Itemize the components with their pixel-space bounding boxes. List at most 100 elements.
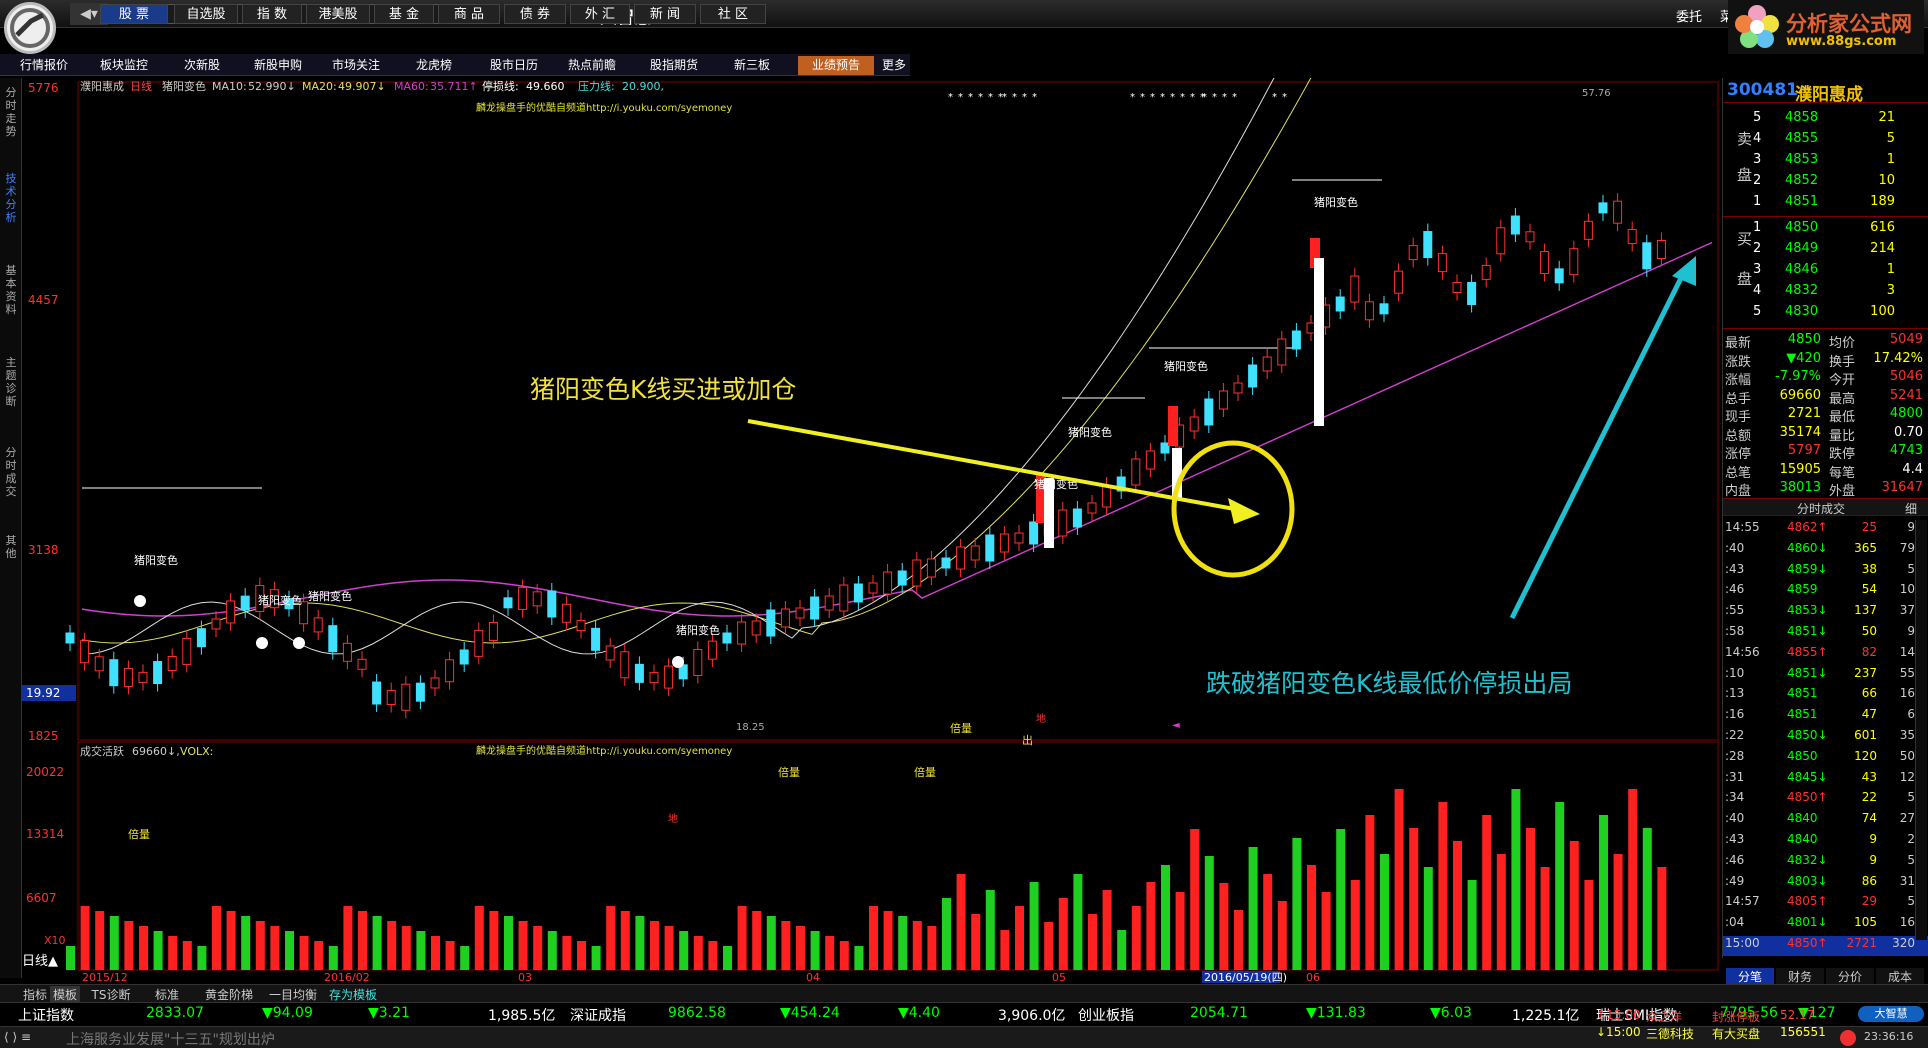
alert-name[interactable]: 三德科技 xyxy=(1646,1025,1694,1042)
news-nav-buttons[interactable]: ⟨ ⟩ ≡ xyxy=(4,1030,48,1046)
order-book-row[interactable]: 4 4855 5 xyxy=(1723,131,1928,151)
side-tab[interactable]: 主题诊断 xyxy=(3,356,19,408)
alert-time[interactable]: ↑15:00 xyxy=(1596,1008,1641,1022)
chart-tab[interactable]: 指标 xyxy=(20,986,50,1003)
order-book-row[interactable]: 3 4853 1 xyxy=(1723,152,1928,172)
order-book-row[interactable]: 5 4830 100 xyxy=(1723,304,1928,324)
chart-tab[interactable]: 一目均衡 xyxy=(264,986,322,1003)
topnav-item[interactable]: 基 金 xyxy=(374,4,434,24)
toolbar-item[interactable]: 新三板 xyxy=(722,56,782,75)
ticks-fine-button[interactable]: 细 xyxy=(1905,500,1917,517)
brand-badge[interactable]: 大智慧 xyxy=(1858,1006,1924,1022)
index-value[interactable]: ▼94.09 xyxy=(262,1005,313,1021)
topnav-item[interactable]: 债 券 xyxy=(504,4,566,24)
index-name[interactable]: 创业板指 xyxy=(1078,1005,1134,1025)
order-book-row[interactable]: 1 4850 616 xyxy=(1723,220,1928,240)
topnav-item[interactable]: 港美股 xyxy=(306,4,370,24)
toolbar-item[interactable]: 板块监控 xyxy=(90,56,158,75)
toolbar-item[interactable]: 市场关注 xyxy=(322,56,390,75)
topnav-item[interactable]: 自选股 xyxy=(174,4,238,24)
toolbar-item[interactable]: 股指期货 xyxy=(640,56,708,75)
toolbar-item[interactable]: 业绩预告 xyxy=(798,56,874,75)
alert-name[interactable]: 众之洋 xyxy=(1646,1008,1682,1025)
toolbar-item[interactable]: 行情报价 xyxy=(10,56,78,75)
candle-body xyxy=(576,620,586,632)
stock-code[interactable]: 300481 xyxy=(1727,80,1798,100)
chart-tab[interactable]: 标准 xyxy=(150,986,184,1003)
trade-button[interactable]: 委托 xyxy=(1676,6,1702,25)
quote-tab[interactable]: 财务 xyxy=(1776,968,1824,984)
press-label: 压力线: xyxy=(578,79,615,93)
chart-tab[interactable]: 黄金阶梯 xyxy=(200,986,258,1003)
chart-tab[interactable]: 模板 xyxy=(50,986,80,1003)
kline-chart-area[interactable]: 5776 4457 3138 1825 20022 13314 6607 2015/12 201… xyxy=(22,0,1722,984)
index-value[interactable]: 1,985.5亿 xyxy=(488,1005,555,1025)
topnav-item[interactable]: 指 数 xyxy=(242,4,302,24)
alert-val[interactable]: 52.17 xyxy=(1780,1008,1814,1022)
side-tab[interactable]: 其他 xyxy=(3,534,19,560)
side-tab[interactable]: 分时走势 xyxy=(3,86,19,138)
order-book-row[interactable]: 4 4832 3 xyxy=(1723,283,1928,303)
toolbar-item[interactable]: 热点前瞻 xyxy=(558,56,626,75)
order-book-row[interactable]: 5 4858 21 xyxy=(1723,110,1928,130)
order-book-row[interactable]: 3 4846 1 xyxy=(1723,262,1928,282)
topnav-item[interactable]: 新 闻 xyxy=(634,4,696,24)
index-name[interactable]: 上证指数 xyxy=(18,1005,74,1025)
quote-tab[interactable]: 成本 xyxy=(1876,968,1924,984)
candle-body xyxy=(1145,450,1155,470)
side-tab[interactable]: 分时成交 xyxy=(3,446,19,498)
topnav-item[interactable]: 股 票 xyxy=(100,4,168,24)
index-value[interactable]: 2054.71 xyxy=(1190,1005,1248,1021)
chart-tab[interactable]: 存为模板 xyxy=(324,986,382,1003)
index-value[interactable]: 2833.07 xyxy=(146,1005,204,1021)
topnav-item[interactable]: 外 汇 xyxy=(570,4,630,24)
volume-bar xyxy=(942,898,951,970)
index-value[interactable]: ▼3.21 xyxy=(368,1005,410,1021)
alert-time[interactable]: ↓15:00 xyxy=(1596,1025,1641,1039)
tick-count: 320 xyxy=(1892,936,1915,950)
index-value[interactable]: ▼4.40 xyxy=(898,1005,940,1021)
index-value[interactable]: ▼6.03 xyxy=(1430,1005,1472,1021)
index-value[interactable]: 9862.58 xyxy=(668,1005,726,1021)
chart-tab[interactable]: TS诊断 xyxy=(88,986,134,1003)
index-value[interactable]: 3,906.0亿 xyxy=(998,1005,1065,1025)
alert-event[interactable]: 封涨停板 xyxy=(1712,1008,1760,1025)
candle-body xyxy=(941,557,951,569)
candle-body xyxy=(751,620,761,636)
side-tab[interactable]: 基本资料 xyxy=(3,264,19,316)
index-value[interactable]: ▼131.83 xyxy=(1306,1005,1366,1021)
alert-val[interactable]: 156551 xyxy=(1780,1025,1826,1039)
volume-bar xyxy=(1569,841,1579,970)
alarm-icon[interactable] xyxy=(1840,1030,1856,1046)
topnav-item[interactable]: 商 品 xyxy=(438,4,500,24)
topnav-item[interactable]: 社 区 xyxy=(700,4,766,24)
candle-body xyxy=(999,533,1009,553)
toolbar-item[interactable]: 更多 xyxy=(876,56,912,75)
index-value[interactable]: ▼454.24 xyxy=(780,1005,840,1021)
news-headline[interactable]: 上海服务业发展"十三五"规划出炉 xyxy=(66,1029,275,1048)
toolbar-item[interactable]: 龙虎榜 xyxy=(404,56,464,75)
index-name[interactable]: 深证成指 xyxy=(570,1005,626,1025)
volume-bar xyxy=(314,941,324,970)
stat-key: 最新 xyxy=(1725,336,1752,351)
toolbar-item[interactable]: 股市日历 xyxy=(480,56,548,75)
volume: 1 xyxy=(1886,262,1895,277)
date-axis-label: 06 xyxy=(1306,971,1320,983)
volume: 21 xyxy=(1878,110,1895,125)
tick-scrollbar[interactable] xyxy=(1915,520,1927,940)
side-tab[interactable]: 技术分析 xyxy=(3,172,19,224)
order-book-row[interactable]: 2 4852 10 xyxy=(1723,173,1928,193)
alert-event[interactable]: 有大买盘 xyxy=(1712,1025,1760,1042)
quote-tab[interactable]: 分笔 xyxy=(1726,968,1774,984)
period-tag[interactable]: 日线▲ xyxy=(22,954,58,969)
order-book-row[interactable]: 2 4849 214 xyxy=(1723,241,1928,261)
price-axis-label: 3138 xyxy=(28,543,59,557)
index-value[interactable]: 1,225.1亿 xyxy=(1512,1005,1579,1025)
toolbar-item[interactable]: 次新股 xyxy=(172,56,232,75)
stat-value: 17.42% xyxy=(1873,350,1923,366)
toolbar-item[interactable]: 新股申购 xyxy=(244,56,312,75)
order-book-row[interactable]: 1 4851 189 xyxy=(1723,194,1928,214)
quote-tab[interactable]: 分价 xyxy=(1826,968,1874,984)
kline-chart[interactable]: 5776 4457 3138 1825 20022 13314 6607 2015/12 201… xyxy=(22,0,1722,984)
smiley-icon xyxy=(293,637,305,649)
